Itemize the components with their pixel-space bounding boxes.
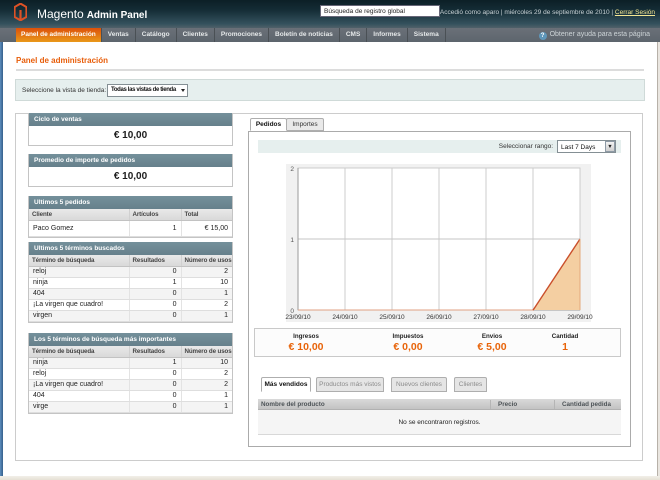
svg-text:28/09/10: 28/09/10 [520,314,546,321]
svg-text:26/09/10: 26/09/10 [426,314,452,321]
svg-text:2: 2 [290,166,294,173]
svg-text:29/09/10: 29/09/10 [567,314,593,321]
svg-text:23/09/10: 23/09/10 [285,314,311,321]
svg-text:1: 1 [290,237,294,244]
svg-text:27/09/10: 27/09/10 [473,314,499,321]
svg-text:25/09/10: 25/09/10 [379,314,405,321]
svg-text:24/09/10: 24/09/10 [332,314,358,321]
